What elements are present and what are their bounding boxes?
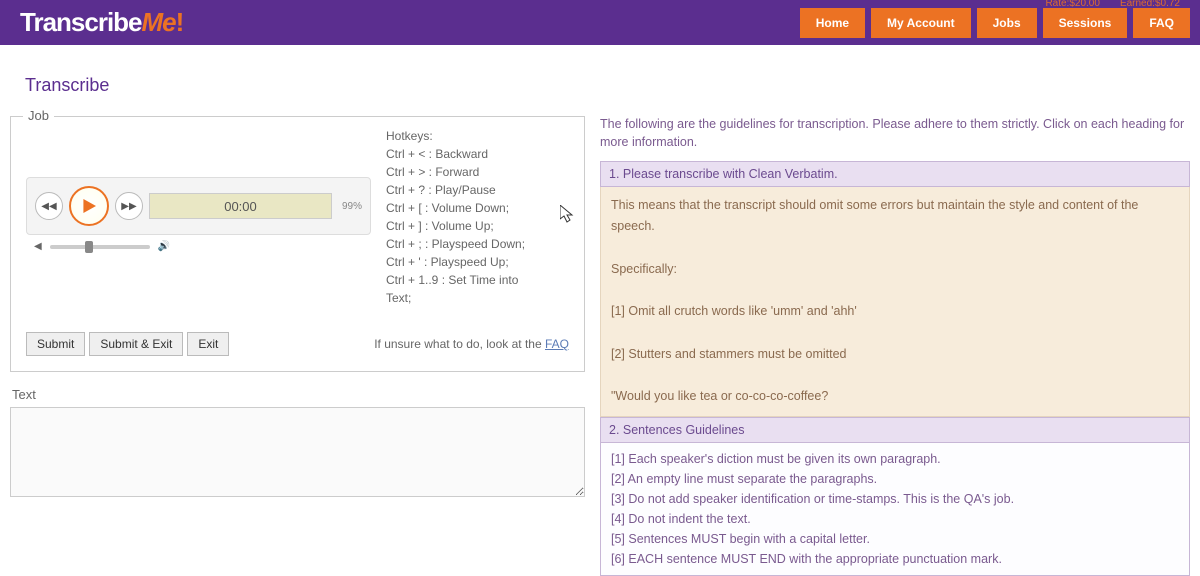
exit-button[interactable]: Exit (187, 332, 229, 356)
job-panel: Job ◀◀ ▶▶ 00:00 99% ◀ 🔊 (10, 116, 585, 372)
main-nav: Home My Account Jobs Sessions FAQ (800, 8, 1190, 38)
volume-up-icon: 🔊 (158, 241, 170, 252)
guideline-line: [1] Omit all crutch words like 'umm' and… (611, 301, 1179, 322)
hotkeys-title: Hotkeys: (386, 127, 525, 145)
time-display: 00:00 (149, 193, 332, 219)
page-title: Transcribe (0, 45, 1200, 116)
faq-link[interactable]: FAQ (545, 337, 569, 351)
earned-label: Earned:$0.72 (1120, 0, 1180, 9)
guideline-line: [1] Each speaker's diction must be given… (611, 449, 1179, 469)
guideline-line: [6] EACH sentence MUST END with the appr… (611, 549, 1179, 569)
guideline-line: [4] Do not indent the text. (611, 509, 1179, 529)
volume-down-icon: ◀ (34, 241, 42, 252)
guideline-line (611, 280, 1179, 301)
nav-jobs[interactable]: Jobs (977, 8, 1037, 38)
play-button[interactable] (69, 186, 109, 226)
rewind-button[interactable]: ◀◀ (35, 192, 63, 220)
job-label: Job (23, 108, 54, 123)
guideline-1-heading[interactable]: 1. Please transcribe with Clean Verbatim… (600, 161, 1190, 187)
logo-text-1: Transcribe (20, 7, 142, 37)
nav-sessions[interactable]: Sessions (1043, 8, 1128, 38)
volume-row: ◀ 🔊 (26, 241, 386, 252)
guideline-line (611, 238, 1179, 259)
hotkey-line: Ctrl + ? : Play/Pause (386, 181, 525, 199)
volume-slider[interactable] (50, 245, 150, 249)
guideline-1-body: This means that the transcript should om… (600, 187, 1190, 417)
hotkeys-panel: Hotkeys: Ctrl + < : Backward Ctrl + > : … (386, 127, 525, 307)
hotkey-line: Ctrl + [ : Volume Down; (386, 199, 525, 217)
guideline-line: [2] Stutters and stammers must be omitte… (611, 344, 1179, 365)
guideline-line (611, 323, 1179, 344)
hotkey-line: Ctrl + ; : Playspeed Down; (386, 235, 525, 253)
play-icon (82, 199, 96, 213)
rate-label: Rate:$20.00 (1045, 0, 1100, 9)
guidelines-intro: The following are the guidelines for tra… (600, 116, 1190, 151)
guidelines-panel: The following are the guidelines for tra… (600, 116, 1190, 576)
hotkey-line: Ctrl + ] : Volume Up; (386, 217, 525, 235)
submit-button[interactable]: Submit (26, 332, 85, 356)
guideline-2-body: [1] Each speaker's diction must be given… (600, 443, 1190, 576)
logo-text-exc: ! (176, 7, 184, 37)
transcription-textarea[interactable] (10, 407, 585, 497)
guideline-line: Specifically: (611, 259, 1179, 280)
hotkey-line: Ctrl + 1..9 : Set Time into (386, 271, 525, 289)
hotkey-line: Text; (386, 289, 525, 307)
logo: TranscribeMe! (10, 7, 183, 38)
hotkey-line: Ctrl + < : Backward (386, 145, 525, 163)
guideline-line: This means that the transcript should om… (611, 195, 1179, 238)
guideline-2-heading[interactable]: 2. Sentences Guidelines (600, 417, 1190, 443)
rate-info: Rate:$20.00 Earned:$0.72 (1045, 0, 1180, 9)
guideline-line (611, 365, 1179, 386)
logo-text-me: Me (142, 7, 176, 37)
guideline-line: [3] Do not add speaker identification or… (611, 489, 1179, 509)
guideline-line: [2] An empty line must separate the para… (611, 469, 1179, 489)
hotkey-line: Ctrl + > : Forward (386, 163, 525, 181)
submit-exit-button[interactable]: Submit & Exit (89, 332, 183, 356)
hotkey-line: Ctrl + ' : Playspeed Up; (386, 253, 525, 271)
audio-player: ◀◀ ▶▶ 00:00 99% (26, 177, 371, 235)
unsure-text: If unsure what to do, look at the FAQ (374, 337, 569, 351)
nav-faq[interactable]: FAQ (1133, 8, 1190, 38)
text-label: Text (12, 387, 585, 402)
percent-display: 99% (338, 201, 362, 212)
forward-button[interactable]: ▶▶ (115, 192, 143, 220)
nav-home[interactable]: Home (800, 8, 865, 38)
nav-my-account[interactable]: My Account (871, 8, 971, 38)
app-header: TranscribeMe! Rate:$20.00 Earned:$0.72 H… (0, 0, 1200, 45)
guideline-line: "Would you like tea or co-co-co-coffee? (611, 386, 1179, 407)
